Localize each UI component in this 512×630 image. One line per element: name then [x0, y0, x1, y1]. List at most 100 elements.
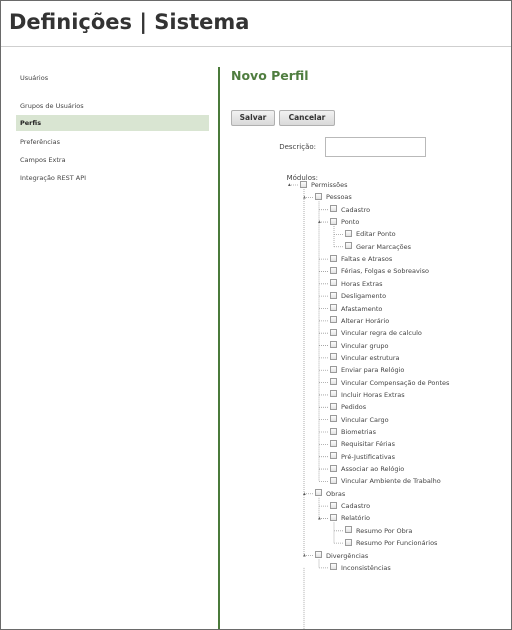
- permission-checkbox[interactable]: [330, 427, 337, 435]
- tree-node[interactable]: Pessoas: [315, 191, 352, 203]
- permission-checkbox[interactable]: [330, 439, 337, 447]
- permission-checkbox[interactable]: [330, 378, 337, 386]
- permission-checkbox[interactable]: [345, 538, 352, 546]
- permission-checkbox[interactable]: [330, 316, 337, 324]
- permission-checkbox[interactable]: [330, 415, 337, 423]
- page-title: Definições | Sistema: [9, 10, 250, 34]
- permission-checkbox[interactable]: [330, 452, 337, 460]
- permission-checkbox[interactable]: [330, 328, 337, 336]
- tree-node[interactable]: Associar ao Relógio: [330, 463, 404, 475]
- permission-checkbox[interactable]: [330, 291, 337, 299]
- tree-node[interactable]: Desligamento: [330, 290, 386, 302]
- expand-toggle-icon[interactable]: ▴: [318, 219, 321, 225]
- expand-toggle-icon[interactable]: ▴: [288, 182, 291, 188]
- permission-checkbox[interactable]: [330, 563, 337, 571]
- permission-checkbox[interactable]: [330, 390, 337, 398]
- tree-node-label: Vincular regra de calculo: [341, 329, 422, 338]
- sidebar-item-integracao-rest-api[interactable]: Integração REST API: [16, 170, 209, 186]
- tree-node-label: Resumo Por Funcionários: [356, 539, 438, 548]
- tree-node[interactable]: Ponto: [330, 216, 359, 228]
- tree-node-label: Incluir Horas Extras: [341, 390, 405, 399]
- sidebar-item-usuarios[interactable]: Usuários: [16, 70, 209, 86]
- tree-node-label: Permissões: [311, 181, 348, 189]
- tree-node-label: Editar Ponto: [356, 230, 396, 239]
- permission-checkbox[interactable]: [330, 254, 337, 262]
- permission-checkbox[interactable]: [315, 192, 322, 200]
- tree-node-label: Biometrias: [341, 428, 376, 436]
- sidebar-item-grupos-de-usuarios[interactable]: Grupos de Usuários: [16, 98, 209, 114]
- permission-checkbox[interactable]: [330, 476, 337, 484]
- sidebar-item-campos-extra[interactable]: Campos Extra: [16, 152, 209, 168]
- permission-checkbox[interactable]: [330, 365, 337, 373]
- tree-node[interactable]: Enviar para Relógio: [330, 364, 404, 376]
- tree-node[interactable]: Obras: [315, 488, 345, 500]
- permission-checkbox[interactable]: [330, 304, 337, 311]
- permission-checkbox[interactable]: [330, 513, 337, 521]
- permission-checkbox[interactable]: [330, 341, 337, 349]
- tree-node-label: Vincular estrutura: [341, 353, 400, 362]
- permission-checkbox[interactable]: [330, 353, 337, 361]
- permission-checkbox[interactable]: [330, 501, 337, 509]
- tree-node[interactable]: Férias, Folgas e Sobreaviso: [330, 265, 429, 277]
- tree-node-label: Requisitar Férias: [341, 440, 395, 449]
- tree-node-label: Horas Extras: [341, 279, 383, 288]
- tree-node-label: Pessoas: [326, 193, 352, 202]
- tree-node[interactable]: Pré-Justificativas: [330, 451, 395, 463]
- tree-node-label: Resumo Por Obra: [356, 526, 413, 535]
- tree-node-label: Gerar Marcações: [356, 242, 412, 251]
- permission-checkbox[interactable]: [315, 489, 322, 497]
- expand-toggle-icon[interactable]: ▴: [303, 194, 306, 200]
- tree-node-label: Inconsistências: [341, 563, 391, 572]
- tree-node[interactable]: Requisitar Férias: [330, 438, 395, 450]
- permission-checkbox[interactable]: [330, 279, 337, 287]
- tree-node[interactable]: Vincular grupo: [330, 340, 388, 352]
- tree-node[interactable]: Alterar Horário: [330, 315, 389, 327]
- tree-node[interactable]: Horas Extras: [330, 278, 383, 290]
- tree-node[interactable]: Faltas e Atrasos: [330, 253, 392, 265]
- tree-node[interactable]: Cadastro: [330, 204, 370, 216]
- tree-node[interactable]: Vincular Compensação de Pontes: [330, 377, 449, 389]
- tree-node[interactable]: Resumo Por Obra: [345, 525, 412, 537]
- tree-node[interactable]: Vincular estrutura: [330, 352, 400, 364]
- tree-node[interactable]: Incluir Horas Extras: [330, 389, 405, 401]
- sidebar-item-preferencias[interactable]: Preferências: [16, 134, 209, 150]
- tree-node[interactable]: Vincular Ambiente de Trabalho: [330, 475, 441, 487]
- expand-toggle-icon[interactable]: ▴: [303, 491, 306, 497]
- permission-checkbox[interactable]: [300, 180, 307, 188]
- expand-toggle-icon[interactable]: ▴: [303, 553, 306, 559]
- tree-node[interactable]: Relatório: [330, 512, 370, 524]
- tree-node-label: Férias, Folgas e Sobreaviso: [341, 267, 430, 276]
- permission-checkbox[interactable]: [330, 464, 337, 472]
- tree-node-label: Faltas e Atrasos: [341, 255, 393, 264]
- tree-node[interactable]: Cadastro: [330, 500, 370, 512]
- tree-node-label: Cadastro: [341, 502, 371, 511]
- tree-node[interactable]: Resumo Por Funcionários: [345, 537, 437, 549]
- tree-node[interactable]: Divergências: [315, 550, 368, 562]
- tree-node[interactable]: Pedidos: [330, 401, 366, 413]
- tree-node[interactable]: Biometrias: [330, 426, 376, 438]
- main-content: Novo Perfil Salvar Cancelar Descrição: M…: [220, 48, 511, 629]
- tree-node-label: Vincular grupo: [341, 341, 389, 350]
- tree-node-label: Ponto: [341, 218, 360, 227]
- permission-checkbox[interactable]: [330, 217, 337, 225]
- permission-checkbox[interactable]: [330, 266, 337, 274]
- tree-node-label: Divergências: [326, 551, 369, 560]
- permission-checkbox[interactable]: [330, 205, 337, 213]
- tree-node[interactable]: Afastamento: [330, 303, 382, 315]
- tree-node[interactable]: Vincular Cargo: [330, 414, 389, 426]
- expand-toggle-icon[interactable]: ▴: [318, 515, 321, 521]
- tree-node[interactable]: Editar Ponto: [345, 228, 396, 240]
- permission-checkbox[interactable]: [330, 402, 337, 410]
- tree-node[interactable]: Vincular regra de calculo: [330, 327, 422, 339]
- permission-checkbox[interactable]: [315, 551, 322, 558]
- permission-checkbox[interactable]: [345, 242, 352, 250]
- window-frame: Definições | Sistema Usuários Grupos de …: [0, 0, 512, 630]
- page-header: Definições | Sistema: [1, 1, 511, 47]
- permission-checkbox[interactable]: [345, 526, 352, 534]
- tree-node[interactable]: Gerar Marcações: [345, 241, 411, 253]
- sidebar-item-perfis[interactable]: Perfis: [16, 115, 209, 131]
- tree-node-label: Vincular Ambiente de Trabalho: [341, 477, 441, 486]
- tree-node[interactable]: Permissões: [300, 179, 348, 191]
- permission-checkbox[interactable]: [345, 229, 352, 237]
- tree-node[interactable]: Inconsistências: [330, 562, 391, 574]
